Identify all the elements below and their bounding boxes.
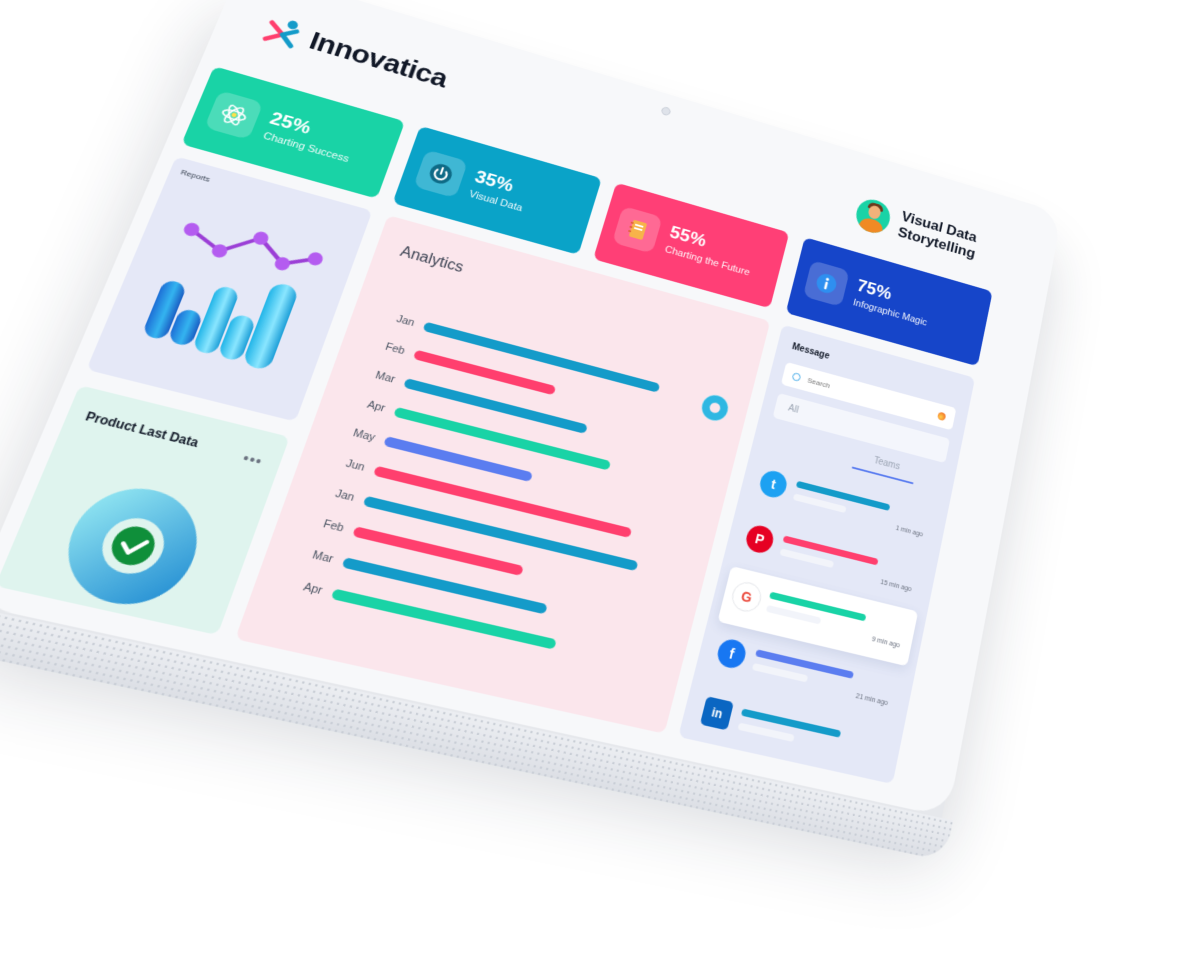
loading-ring-icon [698, 392, 731, 424]
brand-name: Innovatica [305, 26, 452, 94]
analytics-row: Feb [301, 512, 524, 578]
tab-teams[interactable]: Teams [873, 456, 901, 472]
pinterest-icon: P [743, 522, 776, 556]
brand-logo[interactable]: Innovatica [258, 11, 452, 96]
fire-icon [937, 411, 947, 421]
donut-chart-icon [49, 476, 214, 616]
message-time: 15 min ago [879, 579, 913, 594]
linkedin-icon: in [699, 696, 734, 731]
month-label: Apr [365, 398, 387, 415]
analytics-row: Feb [364, 335, 557, 397]
analytics-bar[interactable] [393, 406, 612, 471]
facebook-icon: f [714, 636, 749, 671]
analytics-title: Analytics [398, 244, 466, 276]
month-label: Mar [373, 369, 397, 386]
month-label: Jun [344, 457, 367, 474]
message-title: Message [791, 341, 831, 362]
google-icon: G [728, 579, 765, 615]
message-time: 9 min ago [871, 636, 901, 650]
search-icon [791, 371, 802, 382]
atom-icon [204, 90, 264, 140]
month-label: Jan [394, 313, 417, 329]
logo-icon [258, 11, 307, 53]
power-icon [413, 149, 469, 199]
device-stage: Innovatica Visual Data Storytelling 25% … [0, 0, 1200, 959]
month-label: Mar [310, 548, 335, 566]
month-label: May [351, 427, 377, 444]
tab-all[interactable]: All [787, 403, 799, 415]
month-label: Jan [333, 487, 357, 504]
month-label: Feb [383, 341, 407, 358]
tablet-device: Innovatica Visual Data Storytelling 25% … [0, 0, 1063, 862]
camera-icon [660, 105, 672, 117]
message-time: 1 min ago [895, 525, 924, 539]
twitter-icon: t [757, 468, 790, 501]
avatar [852, 195, 894, 237]
notebook-icon [612, 205, 663, 254]
message-time: 21 min ago [855, 692, 889, 708]
product-panel: Product Last Data ••• [0, 385, 290, 636]
month-label: Feb [321, 518, 346, 535]
info-icon [802, 260, 850, 307]
month-label: Apr [301, 580, 325, 598]
